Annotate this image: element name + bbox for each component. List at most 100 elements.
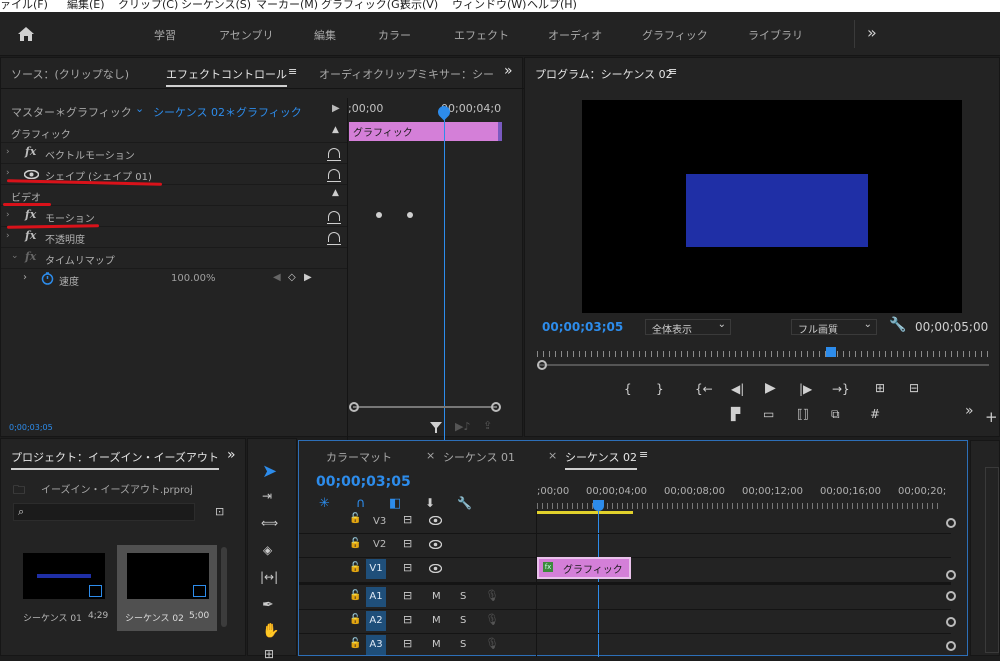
mute-button[interactable]: M bbox=[432, 591, 441, 602]
mark-in-icon[interactable]: { bbox=[624, 382, 632, 396]
type-tool-icon[interactable]: ⊞ bbox=[264, 647, 274, 661]
sequence-clip-label[interactable]: シーケンス 02＊グラフィック bbox=[153, 104, 302, 120]
track-target-v1[interactable]: V1 bbox=[366, 559, 386, 579]
workspace-editing[interactable]: 編集 bbox=[314, 27, 336, 43]
scroll-handle-right[interactable] bbox=[491, 402, 501, 412]
ripple-edit-tool-icon[interactable]: ⟺ bbox=[261, 516, 278, 530]
tab-sequence-01[interactable]: シーケンス 01 bbox=[443, 449, 515, 465]
mute-button[interactable]: M bbox=[432, 639, 441, 650]
keyframe-dot[interactable] bbox=[376, 212, 382, 218]
program-monitor-title[interactable]: プログラム：シーケンス 02 bbox=[535, 66, 673, 82]
solo-button[interactable]: S bbox=[460, 615, 466, 626]
tab-effect-controls[interactable]: エフェクトコントロール bbox=[166, 66, 287, 87]
scroll-handle[interactable] bbox=[946, 518, 956, 528]
expand-icon[interactable]: › bbox=[6, 168, 10, 178]
sync-lock-icon[interactable]: ⊟ bbox=[403, 561, 412, 574]
audio-play-icon[interactable]: ▶♪ bbox=[455, 420, 470, 433]
lock-icon[interactable]: 🔓 bbox=[349, 513, 361, 524]
timeline-settings-icon[interactable]: 🔧 bbox=[457, 496, 472, 510]
effect-row-opacity[interactable]: › fx 不透明度 bbox=[1, 227, 347, 248]
scroll-handle[interactable] bbox=[946, 641, 956, 651]
tab-color-matte[interactable]: カラーマット bbox=[326, 449, 392, 465]
slip-tool-icon[interactable]: |↔| bbox=[260, 570, 278, 584]
add-marker-icon[interactable]: ▛ bbox=[731, 407, 740, 421]
step-back-icon[interactable]: ◀| bbox=[731, 382, 744, 396]
track-target-a1[interactable]: A1 bbox=[366, 587, 386, 607]
master-clip-label[interactable]: マスター＊グラフィック bbox=[11, 104, 132, 120]
menu-window[interactable]: ウィンドウ(W) bbox=[452, 0, 526, 12]
panel-menu-icon[interactable]: ≡ bbox=[288, 65, 297, 78]
selection-tool-icon[interactable]: ➤ bbox=[262, 461, 277, 482]
menu-help[interactable]: ヘルプ(H) bbox=[527, 0, 577, 12]
stopwatch-icon[interactable] bbox=[41, 272, 54, 285]
extract-icon[interactable]: ⊟ bbox=[909, 381, 919, 395]
keyframe-dot[interactable] bbox=[407, 212, 413, 218]
sync-lock-icon[interactable]: ⊟ bbox=[403, 589, 412, 602]
eye-icon[interactable] bbox=[429, 540, 442, 549]
solo-button[interactable]: S bbox=[460, 639, 466, 650]
expand-icon[interactable]: › bbox=[6, 231, 10, 241]
work-area-bar[interactable] bbox=[537, 511, 633, 514]
menu-clip[interactable]: クリップ(C) bbox=[118, 0, 178, 12]
project-search-input[interactable]: ⌕ bbox=[13, 503, 195, 521]
expand-icon[interactable]: › bbox=[6, 210, 10, 220]
timeline-clip-graphic[interactable]: fx グラフィック bbox=[537, 557, 631, 579]
eye-icon[interactable] bbox=[429, 564, 442, 573]
reset-icon[interactable] bbox=[327, 169, 341, 182]
scroll-handle-left[interactable] bbox=[349, 402, 359, 412]
effect-row-speed[interactable]: › 速度 100.00% ◀ ◇ ▶ bbox=[1, 269, 347, 290]
fx-icon[interactable]: fx bbox=[25, 145, 36, 158]
prev-keyframe-icon[interactable]: ◀ bbox=[273, 272, 281, 283]
hand-tool-icon[interactable]: ✋ bbox=[262, 623, 279, 639]
program-scrollbar[interactable] bbox=[537, 364, 989, 366]
reset-icon[interactable] bbox=[327, 211, 341, 224]
program-time-ruler[interactable] bbox=[537, 351, 989, 357]
safe-margins-icon[interactable]: ▭ bbox=[763, 407, 774, 421]
pen-tool-icon[interactable]: ✒ bbox=[262, 597, 274, 613]
track-target-a3[interactable]: A3 bbox=[366, 635, 386, 655]
workspace-audio[interactable]: オーディオ bbox=[548, 27, 602, 43]
track-label[interactable]: V3 bbox=[373, 516, 386, 527]
export-icon[interactable]: ⇪ bbox=[483, 419, 492, 432]
panel-more-button[interactable]: » bbox=[227, 447, 236, 463]
eye-icon[interactable] bbox=[429, 516, 442, 525]
tab-audio-clip-mixer[interactable]: オーディオクリップミキサー：シー bbox=[319, 66, 494, 82]
workspace-assembly[interactable]: アセンブリ bbox=[219, 27, 273, 43]
effect-row-time-remap[interactable]: ⌄ fx タイムリマップ bbox=[1, 248, 347, 269]
comparison-view-icon[interactable]: # bbox=[870, 407, 880, 421]
quality-select[interactable]: フル画質 ⌄ bbox=[791, 319, 877, 336]
program-playhead[interactable] bbox=[826, 347, 836, 357]
track-select-tool-icon[interactable]: ⇥ bbox=[262, 489, 272, 503]
project-item-sequence-02[interactable]: シーケンス 02 5;00 bbox=[117, 545, 217, 631]
go-to-in-icon[interactable]: {← bbox=[695, 382, 713, 396]
menu-sequence[interactable]: シーケンス(S) bbox=[181, 0, 251, 12]
menu-graphic[interactable]: グラフィック(G) bbox=[321, 0, 404, 12]
scroll-handle[interactable] bbox=[946, 617, 956, 627]
microphone-icon[interactable]: 🎙 bbox=[485, 613, 499, 626]
mark-out-icon[interactable]: } bbox=[656, 382, 664, 396]
fx-icon[interactable]: fx bbox=[25, 208, 36, 221]
chevron-down-icon[interactable]: ⌄ bbox=[135, 102, 144, 115]
scroll-handle-left[interactable] bbox=[537, 360, 547, 370]
chevron-down-icon[interactable]: ⌄ bbox=[11, 251, 19, 261]
speed-value[interactable]: 100.00% bbox=[171, 273, 216, 284]
program-video-frame[interactable] bbox=[582, 100, 962, 313]
tab-source[interactable]: ソース：(クリップなし) bbox=[11, 66, 129, 82]
mute-button[interactable]: M bbox=[432, 615, 441, 626]
lock-icon[interactable]: 🔓 bbox=[349, 538, 361, 549]
track-label[interactable]: V2 bbox=[373, 539, 386, 550]
effect-row-motion[interactable]: › fx モーション bbox=[1, 206, 347, 227]
vr-video-icon[interactable]: ⟦⟧ bbox=[797, 407, 809, 421]
add-marker-icon[interactable]: ⬇ bbox=[425, 496, 435, 510]
lock-icon[interactable]: 🔓 bbox=[349, 638, 361, 649]
expand-icon[interactable]: › bbox=[23, 272, 27, 283]
tab-close-icon[interactable]: × bbox=[426, 449, 435, 462]
lock-icon[interactable]: 🔓 bbox=[349, 614, 361, 625]
workspace-libraries[interactable]: ライブラリ bbox=[748, 27, 803, 43]
wrench-icon[interactable]: 🔧 bbox=[889, 317, 906, 333]
home-icon[interactable] bbox=[17, 26, 35, 42]
reset-icon[interactable] bbox=[327, 232, 341, 245]
sync-lock-icon[interactable]: ⊟ bbox=[403, 513, 412, 526]
new-bin-search-icon[interactable]: ⊡ bbox=[215, 505, 224, 518]
panel-menu-icon[interactable]: ≡ bbox=[639, 448, 648, 461]
